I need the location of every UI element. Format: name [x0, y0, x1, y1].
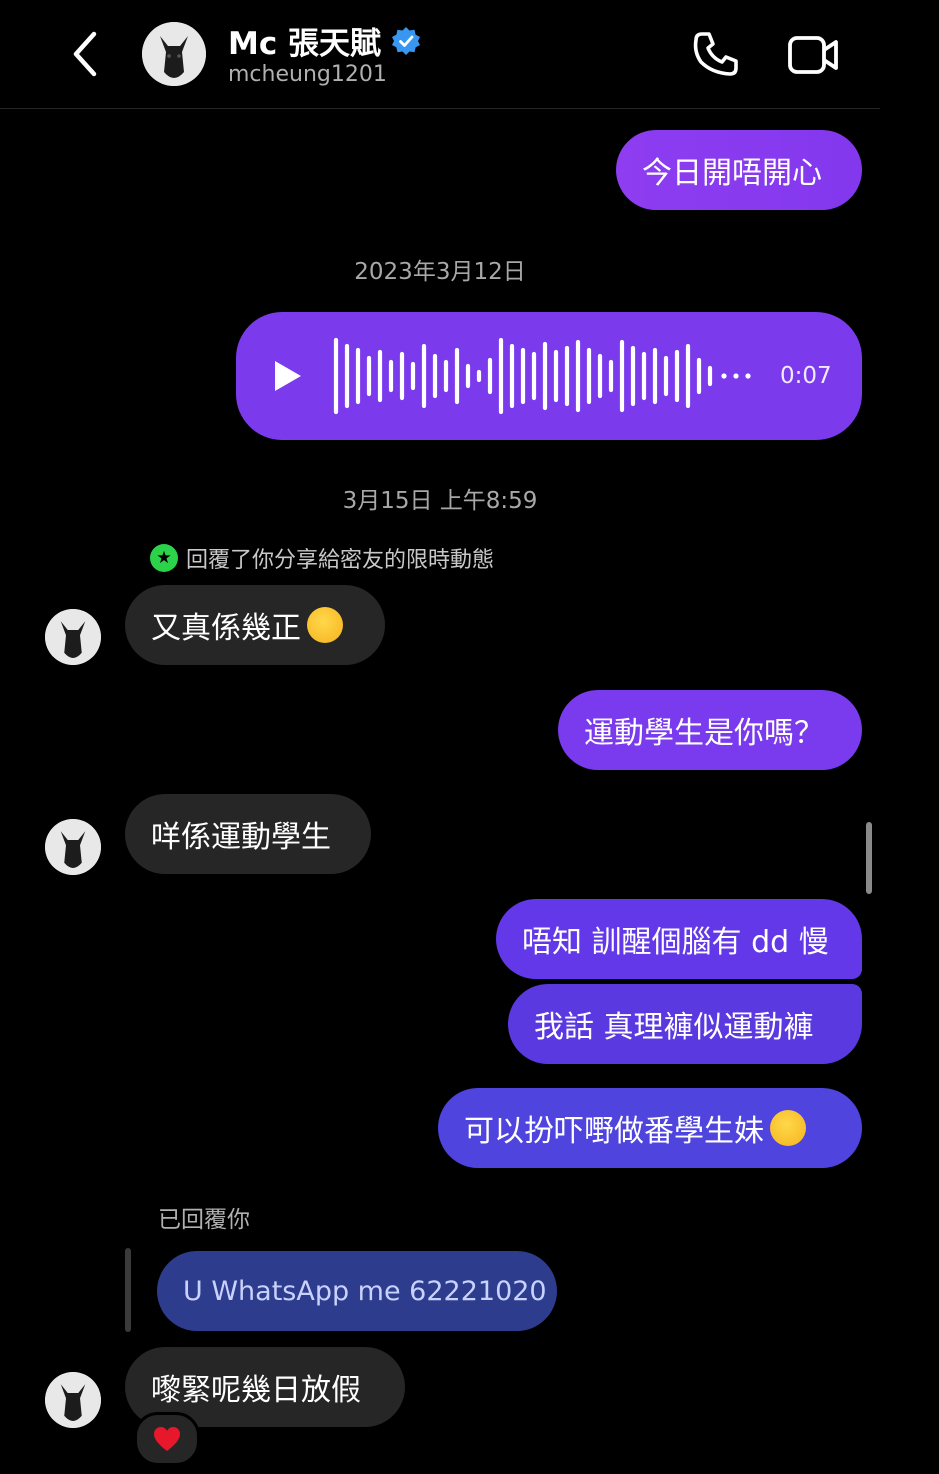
quoted-text: U WhatsApp me 62221020 — [183, 1275, 547, 1307]
contact-name: Mc 張天賦 — [228, 26, 382, 62]
message-text: 我話 真理褲似運動褲 — [534, 1010, 814, 1045]
contact-username[interactable]: mcheung1201 — [228, 62, 387, 87]
sender-avatar[interactable] — [45, 819, 101, 875]
contact-name-row[interactable]: Mc 張天賦 — [228, 18, 421, 63]
message-text: 今日開唔開心 — [642, 156, 822, 191]
message-text: 咩係運動學生 — [151, 820, 331, 855]
sender-avatar[interactable] — [45, 1372, 101, 1428]
audio-call-button[interactable] — [688, 28, 742, 82]
outgoing-message[interactable]: 今日開唔開心 — [616, 130, 862, 210]
quoted-message[interactable]: U WhatsApp me 62221020 — [157, 1251, 557, 1331]
dog-avatar-icon — [45, 609, 101, 665]
crying-smile-emoji-icon — [770, 1110, 806, 1146]
date-separator: 2023年3月12日 — [354, 259, 526, 285]
message-text: 可以扮吓嘢做番學生妹 — [464, 1114, 764, 1149]
story-reply-text: 回覆了你分享給密友的限時動態 — [186, 548, 495, 573]
sender-avatar[interactable] — [45, 609, 101, 665]
dog-avatar-icon — [45, 819, 101, 875]
chat-header — [0, 0, 880, 109]
video-camera-icon — [788, 36, 838, 74]
verified-badge-icon — [392, 26, 421, 55]
dog-avatar-icon — [45, 1372, 101, 1428]
outgoing-message[interactable]: 我話 真理褲似運動褲 — [508, 984, 862, 1064]
message-reaction[interactable] — [134, 1412, 200, 1466]
quote-bar — [125, 1248, 131, 1332]
story-reply-note[interactable]: ★ 回覆了你分享給密友的限時動態 — [150, 542, 494, 574]
back-button[interactable] — [60, 26, 110, 82]
message-text: 運動學生是你嗎？ — [584, 716, 824, 751]
message-text: 又真係幾正 — [151, 611, 301, 646]
message-text: 唔知 訓醒個腦有 dd 慢 — [522, 925, 829, 960]
outgoing-message[interactable]: 唔知 訓醒個腦有 dd 慢 — [496, 899, 862, 979]
header-avatar[interactable] — [142, 22, 206, 86]
heart-icon — [154, 1427, 180, 1451]
outgoing-message[interactable]: 可以扮吓嘢做番學生妹 — [438, 1088, 862, 1168]
tears-of-joy-emoji-icon — [307, 607, 343, 643]
outgoing-message[interactable]: 運動學生是你嗎？ — [558, 690, 862, 770]
message-text: 嚟緊呢幾日放假 — [151, 1373, 361, 1408]
replied-label: 已回覆你 — [158, 1207, 250, 1233]
timestamp-separator: 3月15日 上午8:59 — [342, 488, 538, 514]
incoming-message[interactable]: 咩係運動學生 — [125, 794, 371, 874]
video-call-button[interactable] — [786, 30, 842, 80]
scrollbar[interactable] — [866, 822, 872, 894]
waveform-icon[interactable] — [332, 336, 752, 416]
chevron-left-icon — [73, 31, 97, 77]
play-icon[interactable] — [272, 358, 304, 394]
dog-avatar-icon — [142, 22, 206, 86]
phone-icon — [693, 32, 738, 76]
close-friends-star-icon: ★ — [150, 544, 178, 572]
incoming-message[interactable]: 又真係幾正 — [125, 585, 385, 665]
voice-message[interactable]: 0:07 — [236, 312, 862, 440]
voice-duration: 0:07 — [780, 363, 832, 389]
